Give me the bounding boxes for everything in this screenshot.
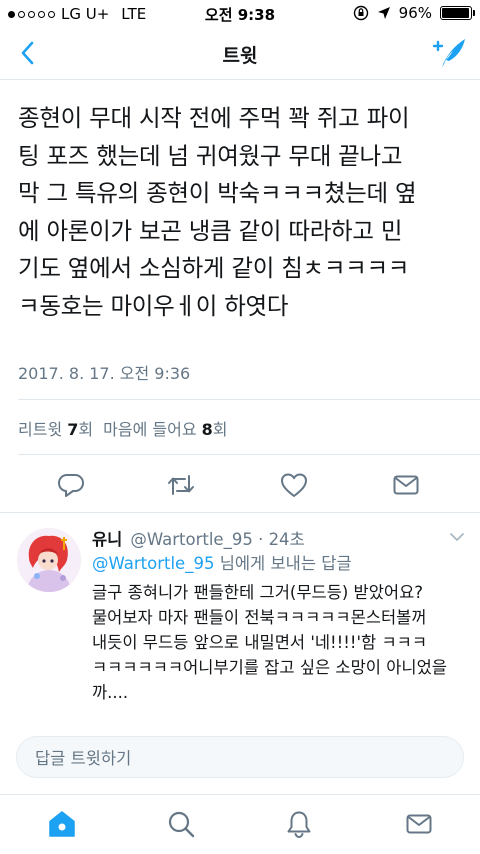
compose-tweet-icon[interactable]	[432, 36, 468, 70]
home-icon[interactable]	[47, 809, 77, 839]
tweet-stats: 리트윗 7회 마음에 들어요 8회	[18, 416, 228, 440]
status-right: 96%	[353, 4, 475, 22]
avatar[interactable]	[17, 528, 81, 592]
like-unit: 회	[212, 420, 228, 439]
reply-line: ㅋㅋㅋㅋㅋㅋ어니부기를 잡고 싶은 소망이 아니었을	[92, 658, 447, 677]
like-stat[interactable]: 마음에 들어요 8회	[103, 416, 227, 440]
chevron-down-icon[interactable]	[448, 530, 466, 544]
reply-to-suffix: 님에게 보내는 답글	[214, 554, 352, 573]
retweet-count: 7	[67, 420, 79, 439]
tweet-line: 에 아론이가 보곤 냉큼 같이 따라하고 민	[18, 216, 403, 245]
reply-line: 내듯이 무드등 앞으로 내밀면서 '네!!!!'함 ㅋㅋㅋ	[92, 633, 427, 652]
reply-author-name[interactable]: 유니	[92, 526, 122, 550]
divider	[18, 454, 480, 455]
reply-to-mention[interactable]: @Wartortle_95	[92, 554, 214, 573]
retweet-stat[interactable]: 리트윗 7회	[18, 416, 93, 440]
battery-level	[442, 8, 469, 18]
divider	[0, 512, 480, 513]
reply-header: 유니 @Wartortle_95 · 24초	[92, 526, 305, 550]
nav-bar: 트윗	[0, 28, 480, 80]
reply-text: 글구 종혀니가 팬들한테 그거(무드등) 받았어요? 물어보자 마자 팬들이 전…	[92, 580, 470, 705]
tweet-line: ㅋ동호는 마이우ㅔ이 하엿다	[18, 291, 289, 320]
retweet-icon[interactable]	[166, 470, 196, 500]
tweet-line: 기도 옆에서 소심하게 같이 침ㅊㅋㅋㅋㅋ	[18, 254, 410, 282]
divider	[18, 399, 480, 400]
tweet-text: 종현이 무대 시작 전에 주먹 꽉 쥐고 파이 팅 포즈 했는데 넘 귀여웠구 …	[18, 100, 468, 325]
reply-composer-placeholder: 답글 트윗하기	[35, 749, 132, 768]
message-icon[interactable]	[391, 470, 421, 500]
search-icon[interactable]	[166, 809, 196, 839]
tweet-timestamp: 2017. 8. 17. 오전 9:36	[18, 364, 191, 383]
location-icon	[377, 7, 390, 19]
tweet-action-bar	[0, 470, 480, 504]
battery-percent: 96%	[398, 4, 432, 22]
retweet-unit: 회	[78, 420, 94, 439]
reply-composer-input[interactable]: 답글 트윗하기	[16, 736, 464, 778]
retweet-label: 리트윗	[18, 420, 63, 439]
tweet-line: 종현이 무대 시작 전에 주먹 꽉 쥐고 파이	[18, 104, 410, 132]
rotation-lock-icon	[353, 5, 368, 21]
reply-to-line: @Wartortle_95 님에게 보내는 답글	[92, 550, 352, 574]
avatar-image	[17, 528, 81, 592]
notifications-icon[interactable]	[284, 809, 314, 839]
reply-line: 까....	[92, 683, 129, 702]
reply-line: 글구 종혀니가 팬들한테 그거(무드등) 받았어요?	[92, 583, 424, 602]
like-count: 8	[201, 420, 213, 439]
tweet-line: 막 그 특유의 종현이 박숙ㅋㅋㅋ쳤는데 옆	[18, 179, 417, 207]
reply-line: 물어보자 마자 팬들이 전북ㅋㅋㅋㅋㅋ몬스터볼꺼	[92, 608, 427, 627]
messages-icon[interactable]	[404, 809, 434, 839]
tweet-line: 팅 포즈 했는데 넘 귀여웠구 무대 끝나고	[18, 141, 403, 170]
battery-icon	[440, 6, 475, 20]
page-title: 트윗	[222, 45, 258, 67]
like-label: 마음에 들어요	[103, 420, 197, 439]
reply-handle-time: @Wartortle_95 · 24초	[130, 530, 305, 549]
reply-icon[interactable]	[56, 470, 86, 500]
tab-bar	[0, 794, 480, 854]
like-icon[interactable]	[279, 470, 309, 500]
status-bar: LG U+ LTE 오전 9:38 96%	[0, 0, 480, 28]
